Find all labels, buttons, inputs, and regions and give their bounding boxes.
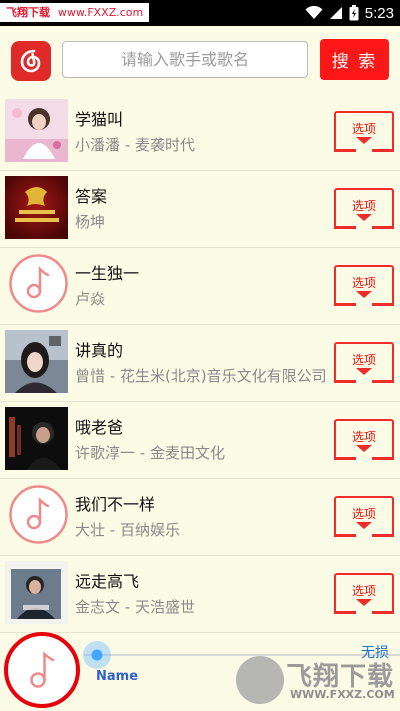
options-button[interactable]: 选项 <box>334 188 394 229</box>
options-label: 选项 <box>351 122 376 136</box>
song-artist: 小潘潘 - 麦袭时代 <box>75 136 195 154</box>
options-button[interactable]: 选项 <box>334 265 394 306</box>
options-button[interactable]: 选项 <box>334 573 394 614</box>
music-note-icon <box>8 253 69 314</box>
options-button[interactable]: 选项 <box>334 496 394 537</box>
now-playing-name: Name <box>96 669 139 684</box>
album-cover <box>5 561 68 624</box>
list-item[interactable]: 一生独一 卢焱 选项 <box>0 248 400 325</box>
list-item[interactable]: 讲真的 曾惜 - 花生米(北京)音乐文化有限公司 选项 <box>0 325 400 402</box>
options-label: 选项 <box>351 430 376 444</box>
song-artist: 卢焱 <box>75 290 106 308</box>
song-artist: 杨坤 <box>75 213 106 231</box>
music-note-icon <box>30 651 55 688</box>
album-cover <box>5 330 68 393</box>
netease-music-icon <box>20 49 41 73</box>
dropdown-arrow-icon <box>356 445 372 452</box>
signal-icon <box>329 7 342 19</box>
options-label: 选项 <box>351 276 376 290</box>
song-artist: 大壮 - 百纳娱乐 <box>75 521 180 539</box>
options-label: 选项 <box>351 584 376 598</box>
options-label: 选项 <box>351 353 376 367</box>
options-label: 选项 <box>351 507 376 521</box>
album-cover <box>5 407 68 470</box>
song-artist: 许歌淳一 - 金麦田文化 <box>75 444 225 462</box>
watermark-url: www.FXXZ.com <box>57 6 144 19</box>
dropdown-arrow-icon <box>356 291 372 298</box>
song-title: 哦老爸 <box>75 418 124 437</box>
watermark-logo: 飞翔下载 WWW.FXXZ.COM <box>236 654 396 708</box>
options-label: 选项 <box>351 199 376 213</box>
song-title: 讲真的 <box>75 341 124 360</box>
list-item[interactable]: 远走高飞 金志文 - 天浩盛世 选项 <box>0 556 400 633</box>
song-title: 学猫叫 <box>75 110 124 129</box>
search-button[interactable]: 搜 索 <box>320 39 389 80</box>
progress-thumb[interactable] <box>83 641 111 669</box>
song-list: 学猫叫 小潘潘 - 麦袭时代 选项 答案 杨坤 选项 一生独一 卢焱 选项 讲真… <box>0 94 400 633</box>
album-cover <box>5 176 68 239</box>
options-button[interactable]: 选项 <box>334 419 394 460</box>
search-input[interactable] <box>62 41 308 78</box>
options-button[interactable]: 选项 <box>334 342 394 383</box>
list-item[interactable]: 哦老爸 许歌淳一 - 金麦田文化 选项 <box>0 402 400 479</box>
clock: 5:23 <box>364 4 394 22</box>
song-title: 我们不一样 <box>75 495 156 514</box>
watermark-banner: 飞翔下载 www.FXXZ.com <box>0 3 150 22</box>
app-logo <box>11 41 51 81</box>
wifi-icon <box>305 6 323 19</box>
player-bar: Name 无损 飞翔下载 WWW.FXXZ.COM <box>0 624 400 711</box>
song-title: 远走高飞 <box>75 572 140 591</box>
music-note-icon <box>8 484 69 545</box>
dropdown-arrow-icon <box>356 137 372 144</box>
play-disc-button[interactable] <box>4 632 80 708</box>
status-bar: 飞翔下载 www.FXXZ.com 5:23 <box>0 0 400 26</box>
song-artist: 曾惜 - 花生米(北京)音乐文化有限公司 <box>75 367 327 385</box>
options-button[interactable]: 选项 <box>334 111 394 152</box>
song-artist: 金志文 - 天浩盛世 <box>75 598 195 616</box>
list-item[interactable]: 答案 杨坤 选项 <box>0 171 400 248</box>
battery-icon <box>349 5 359 21</box>
watermark-emblem-icon <box>236 656 284 704</box>
dropdown-arrow-icon <box>356 522 372 529</box>
dropdown-arrow-icon <box>356 599 372 606</box>
dropdown-arrow-icon <box>356 368 372 375</box>
search-header: 搜 索 <box>0 26 400 94</box>
watermark-name: 飞翔下载 <box>6 6 50 19</box>
dropdown-arrow-icon <box>356 214 372 221</box>
song-title: 答案 <box>75 187 108 206</box>
song-title: 一生独一 <box>75 264 140 283</box>
watermark-url: WWW.FXXZ.COM <box>290 688 395 701</box>
album-cover <box>5 99 68 162</box>
list-item[interactable]: 学猫叫 小潘潘 - 麦袭时代 选项 <box>0 94 400 171</box>
list-item[interactable]: 我们不一样 大壮 - 百纳娱乐 选项 <box>0 479 400 556</box>
